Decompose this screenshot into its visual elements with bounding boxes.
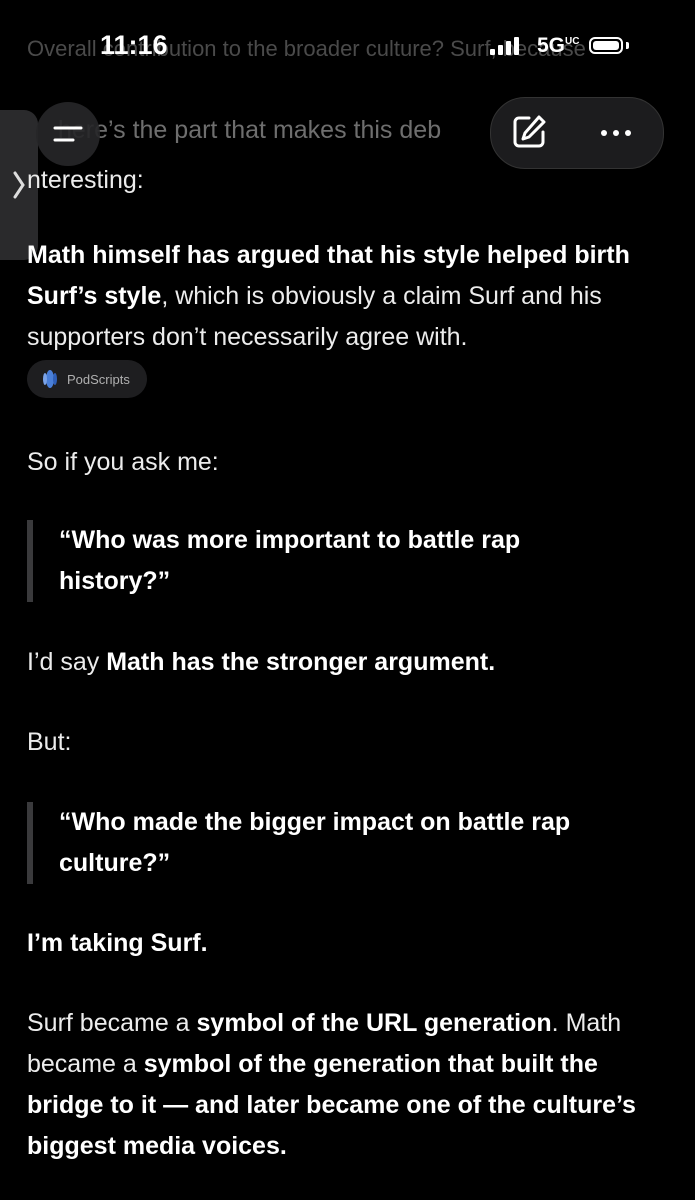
source-chip[interactable]: PodScripts: [27, 360, 147, 398]
paragraph-answer-2: I’m taking Surf.: [27, 929, 208, 957]
network-label: 5GUC: [537, 34, 580, 57]
action-pill: [490, 97, 664, 169]
source-chip-label: PodScripts: [67, 371, 130, 387]
signal-icon: [490, 37, 519, 55]
menu-button[interactable]: [36, 102, 100, 166]
compose-button[interactable]: [509, 112, 549, 157]
hamburger-icon: [53, 126, 83, 142]
battery-icon: [589, 37, 623, 54]
paragraph-conclusion: Surf became a symbol of the URL generati…: [27, 1009, 636, 1160]
ellipsis-icon[interactable]: [601, 130, 631, 136]
network-suffix: UC: [565, 36, 580, 47]
blockquote-2: “Who made the bigger impact on battle ra…: [27, 802, 627, 884]
compose-icon: [513, 115, 546, 148]
paragraph-answer-1: I’d say Math has the stronger argument.: [27, 648, 496, 676]
answer-1-bold: Math has the stronger argument.: [106, 648, 496, 676]
paragraph-math-claim: Math himself has argued that his style h…: [27, 235, 675, 358]
paragraph-but: But:: [27, 728, 72, 756]
paragraph-ask: So if you ask me:: [27, 448, 219, 476]
podscripts-icon: [43, 370, 57, 388]
battery-tip: [626, 42, 629, 49]
blockquote-1: “Who was more important to battle rap hi…: [27, 520, 627, 602]
status-time: 11:16: [100, 30, 168, 60]
chevron-right-icon: [13, 171, 25, 199]
dimmed-text-line: here’s the part that makes this deb: [58, 116, 442, 144]
paragraph-continuation: nteresting:: [27, 166, 144, 194]
